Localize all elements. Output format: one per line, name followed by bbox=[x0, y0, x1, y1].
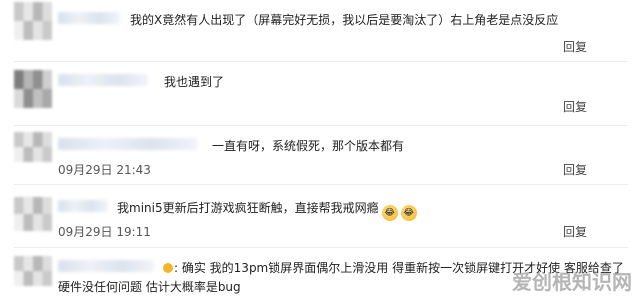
reply-button[interactable]: 回复 bbox=[563, 161, 587, 178]
username-blurred[interactable] bbox=[58, 74, 148, 86]
comment-text: 我mini5更新后打游戏疯狂断触，直接帮我戒网瘾 😂 😂 bbox=[117, 199, 417, 221]
avatar[interactable] bbox=[14, 2, 52, 40]
avatar[interactable] bbox=[14, 197, 52, 231]
comment-text: 我的X竟然有人出现了（屏幕完好无损，我以后是要淘汰了）右上角老是点没反应 bbox=[130, 13, 559, 27]
laughing-crying-emoji-icon: 😂 bbox=[381, 205, 398, 221]
avatar[interactable] bbox=[14, 70, 52, 108]
comment-item: 我的X竟然有人出现了（屏幕完好无损，我以后是要淘汰了）右上角老是点没反应 回复 bbox=[0, 0, 640, 60]
comment-text: 一直有呀，系统假死，那个版本都有 bbox=[212, 139, 405, 153]
laughing-crying-emoji-icon: 😂 bbox=[400, 205, 417, 221]
comment-item: 我也遇到了 回复 bbox=[0, 62, 640, 124]
comment-item: 我mini5更新后打游戏疯狂断触，直接帮我戒网瘾 😂 😂 09月29日 19:11 … bbox=[0, 185, 640, 245]
watermark: 爱创根知识网 bbox=[512, 270, 632, 294]
username-blurred[interactable] bbox=[58, 138, 198, 150]
username-blurred[interactable] bbox=[58, 200, 108, 212]
avatar[interactable] bbox=[14, 132, 52, 162]
reply-button[interactable]: 回复 bbox=[563, 98, 587, 115]
comment-text-content: 我mini5更新后打游戏疯狂断触，直接帮我戒网瘾 bbox=[117, 201, 379, 215]
username-blurred[interactable] bbox=[58, 260, 154, 272]
reply-button[interactable]: 回复 bbox=[563, 223, 587, 240]
avatar[interactable] bbox=[14, 256, 52, 286]
emoji-icon bbox=[163, 263, 173, 273]
comment-text-line2: 硬件没任何问题 估计大概率是bug bbox=[58, 280, 241, 294]
comment-text: 我也遇到了 bbox=[164, 75, 225, 89]
username-blurred[interactable] bbox=[58, 12, 120, 24]
comment-item: 一直有呀，系统假死，那个版本都有 09月29日 21:43 回复 bbox=[0, 126, 640, 182]
reply-button[interactable]: 回复 bbox=[563, 38, 587, 55]
timestamp: 09月29日 21:43 bbox=[58, 163, 151, 177]
timestamp: 09月29日 19:11 bbox=[58, 225, 151, 239]
